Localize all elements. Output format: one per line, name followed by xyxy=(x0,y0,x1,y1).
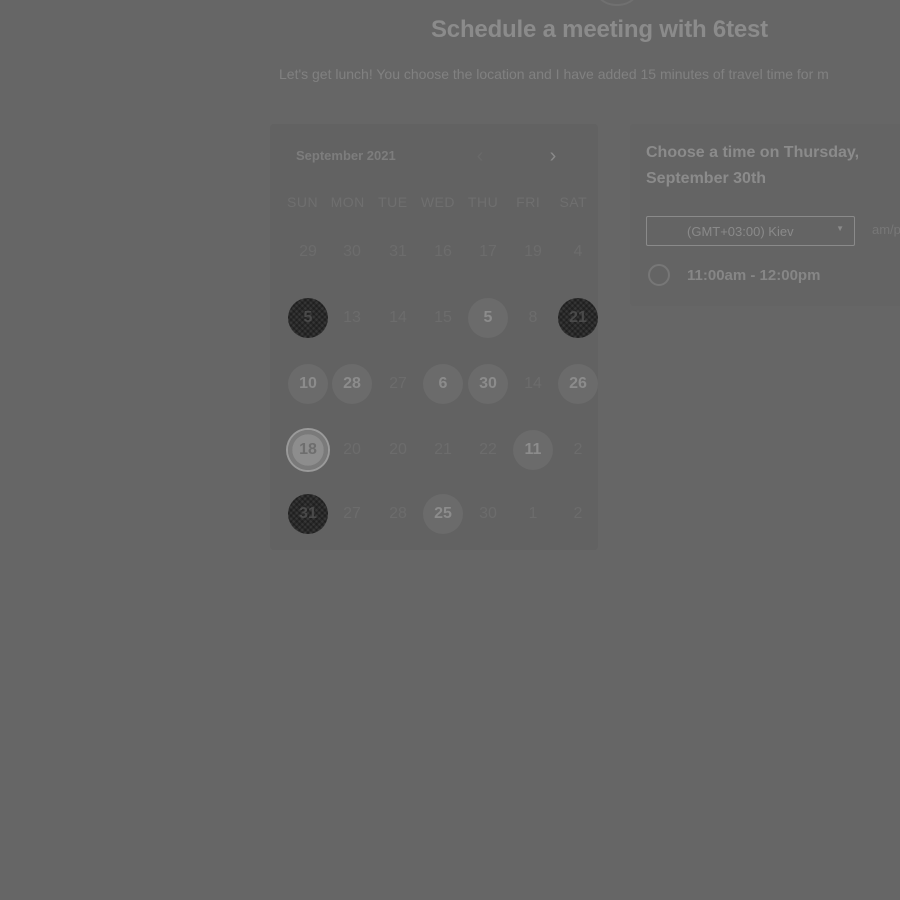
weekday-header: SUN MON TUE WED THU FRI SAT xyxy=(280,194,596,210)
day-cell[interactable]: 11 xyxy=(513,430,553,470)
day-cell: 13 xyxy=(343,309,361,326)
day-cell[interactable]: 21 xyxy=(558,298,598,338)
day-cell: 27 xyxy=(389,375,407,392)
day-cell: 17 xyxy=(479,243,497,260)
day-cell[interactable]: 10 xyxy=(288,364,328,404)
day-cell-selected[interactable]: 18 xyxy=(288,430,328,470)
day-cell: 20 xyxy=(343,441,361,458)
weekday-label: MON xyxy=(330,194,365,210)
day-cell[interactable]: 6 xyxy=(423,364,463,404)
day-cell: 28 xyxy=(389,505,407,522)
weekday-label: TUE xyxy=(378,194,408,210)
day-cell: 4 xyxy=(573,243,583,260)
weekday-label: SUN xyxy=(287,194,319,210)
weekday-label: FRI xyxy=(516,194,541,210)
day-cell: 2 xyxy=(573,505,583,522)
time-slot[interactable]: 11:00am - 12:00pm xyxy=(648,264,820,286)
day-cell[interactable]: 30 xyxy=(468,364,508,404)
time-slot-label: 11:00am - 12:00pm xyxy=(687,266,821,284)
avatar xyxy=(592,0,642,6)
day-cell: 30 xyxy=(343,243,361,260)
calendar-panel: September 2021 ‹ › SUN MON TUE WED THU FRI SAT… xyxy=(270,124,598,550)
day-cell: 27 xyxy=(343,505,361,522)
day-cell: 31 xyxy=(389,243,407,260)
time-heading: Choose a time on Thursday, September 30t… xyxy=(646,144,860,187)
day-cell: 16 xyxy=(434,243,452,260)
day-cell[interactable]: 5 xyxy=(468,298,508,338)
month-label: September 2021 xyxy=(296,148,396,163)
radio-icon[interactable] xyxy=(648,264,670,286)
day-cell: 19 xyxy=(524,243,542,260)
page-title: Schedule a meeting with 6test xyxy=(431,16,768,43)
day-cell: 22 xyxy=(479,441,497,458)
time-panel: Choose a time on Thursday, September 30t… xyxy=(630,124,900,306)
meeting-description: Let's get lunch! You choose the location… xyxy=(279,66,829,82)
chevron-left-icon[interactable]: ‹ xyxy=(469,146,491,168)
weekday-label: SAT xyxy=(559,194,588,210)
day-cell: 29 xyxy=(299,243,317,260)
day-cell[interactable]: 25 xyxy=(423,494,463,534)
ampm-toggle[interactable]: am/pm xyxy=(872,222,900,237)
day-cell[interactable]: 5 xyxy=(288,298,328,338)
day-cell: 2 xyxy=(573,441,583,458)
day-cell: 14 xyxy=(524,375,542,392)
chevron-right-icon[interactable]: › xyxy=(542,146,564,168)
day-cell: 14 xyxy=(389,309,407,326)
day-cell[interactable]: 28 xyxy=(332,364,372,404)
day-cell[interactable]: 31 xyxy=(288,494,328,534)
day-cell: 8 xyxy=(528,309,538,326)
weekday-label: WED xyxy=(420,194,456,210)
day-cell: 30 xyxy=(479,505,497,522)
caret-down-icon: ▼ xyxy=(836,224,844,233)
day-cell[interactable]: 26 xyxy=(558,364,598,404)
day-cell: 1 xyxy=(528,505,538,522)
timezone-value: (GMT+03:00) Kiev xyxy=(687,224,794,239)
weekday-label: THU xyxy=(467,194,499,210)
day-cell: 15 xyxy=(434,309,452,326)
day-cell: 20 xyxy=(389,441,407,458)
day-cell: 21 xyxy=(434,441,452,458)
timezone-select[interactable]: (GMT+03:00) Kiev ▼ xyxy=(646,216,855,246)
